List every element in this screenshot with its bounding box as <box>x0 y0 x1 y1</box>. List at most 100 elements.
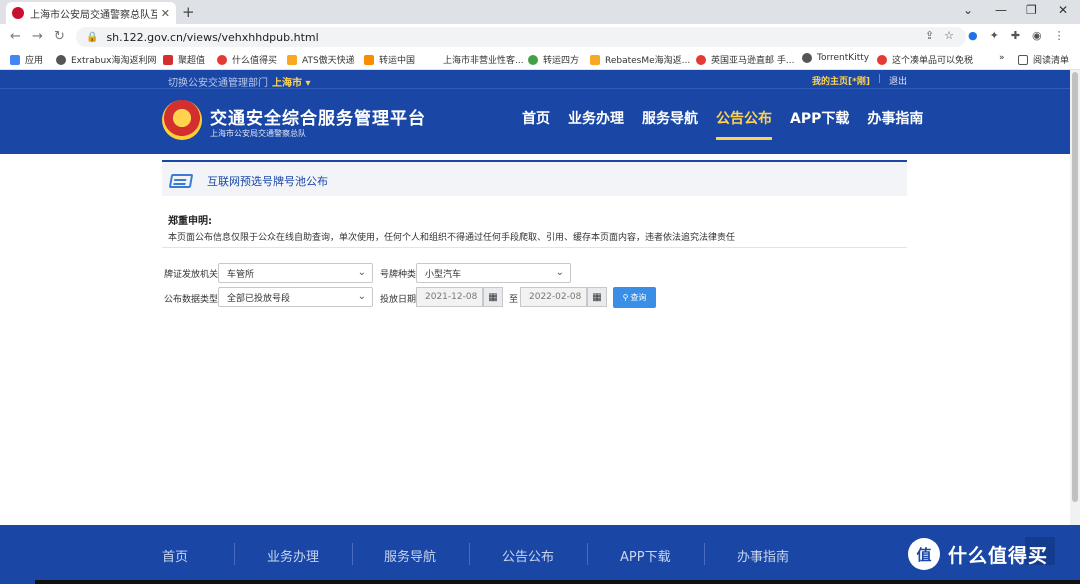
switch-department[interactable]: 切换公安交通管理部门 上海市 ▾ <box>168 74 311 89</box>
footer-link[interactable]: 办事指南 <box>737 546 789 565</box>
bookmark-star-icon[interactable]: ☆ <box>944 29 954 42</box>
extension-icons: ● ✦ ✚ ◉ ⋮ <box>968 29 1065 42</box>
data-type-select[interactable]: 全部已投放号段 ⌄ <box>218 287 373 307</box>
minimize-icon[interactable]: — <box>995 3 1007 17</box>
city-selector[interactable]: 上海市 ▾ <box>272 78 311 89</box>
issuer-select[interactable]: 车管所 ⌄ <box>218 263 373 283</box>
url-text[interactable]: sh.122.gov.cn/views/vehxhhdpub.html <box>106 31 318 44</box>
nav-announcements[interactable]: 公告公布 <box>716 108 772 140</box>
bookmark-item[interactable]: 这个凑单品可以免税 <box>877 53 973 66</box>
footer-link[interactable]: 业务办理 <box>267 546 319 565</box>
puzzle-icon[interactable]: ✚ <box>1011 29 1020 42</box>
police-favicon-icon <box>12 7 24 19</box>
notice-text: 本页面公布信息仅限于公众在线自助查询，单次使用，任何个人和组织不得通过任何手段爬… <box>168 233 736 243</box>
user-links: 我的主页[*刚] | 退出 <box>812 74 907 87</box>
share-icon[interactable]: ⇪ <box>925 29 934 42</box>
restore-icon[interactable]: ❐ <box>1026 3 1037 17</box>
footer-link[interactable]: 公告公布 <box>502 546 554 565</box>
date-to-input[interactable]: 2022-02-08 <box>520 287 587 307</box>
logout-link[interactable]: 退出 <box>889 74 907 87</box>
police-emblem-icon <box>162 100 202 140</box>
reload-icon[interactable]: ↻ <box>54 29 65 44</box>
bookmarks-bar: 应用 Extrabux海淘返利网 聚超值 什么值得买 ATS傲天快递 转运中国 … <box>0 50 1080 70</box>
reading-list-icon <box>1018 54 1028 65</box>
site-icon <box>696 54 706 65</box>
main-nav: 首页 业务办理 服务导航 公告公布 APP下载 办事指南 <box>522 108 923 140</box>
back-icon[interactable]: ← <box>10 29 21 44</box>
divider: | <box>877 74 881 84</box>
nav-service-guide[interactable]: 服务导航 <box>642 108 698 128</box>
globe-icon <box>802 53 812 63</box>
nav-app-download[interactable]: APP下载 <box>790 108 849 128</box>
extension-icon[interactable]: ✦ <box>990 29 999 42</box>
plate-type-label: 号牌种类 <box>380 270 417 280</box>
site-icon <box>287 54 297 65</box>
divider <box>162 247 907 248</box>
date-label: 投放日期 <box>380 295 417 305</box>
watermark-logo: 值 <box>908 538 940 570</box>
site-subtitle: 上海市公安局交通警察总队 <box>210 129 306 138</box>
site-header: 切换公安交通管理部门 上海市 ▾ 我的主页[*刚] | 退出 交通安全综合服务管理… <box>0 70 1080 154</box>
issuer-label: 牌证发放机关 <box>164 270 219 280</box>
site-icon <box>877 54 887 65</box>
data-type-label: 公布数据类型 <box>164 295 219 305</box>
date-from-input[interactable]: 2021-12-08 <box>416 287 483 307</box>
reading-list[interactable]: 阅读清单 <box>1018 53 1069 66</box>
site-title: 交通安全综合服务管理平台 <box>210 109 426 129</box>
divider <box>587 543 588 565</box>
nav-home[interactable]: 首页 <box>522 108 550 128</box>
bookmark-item[interactable]: TorrentKitty <box>802 53 869 63</box>
menu-dots-icon[interactable]: ⋮ <box>1054 29 1065 42</box>
calendar-icon[interactable]: ▦ <box>483 287 503 307</box>
site-icon <box>364 54 374 65</box>
watermark-text: 什么值得买 <box>948 544 1049 567</box>
my-home-link[interactable]: 我的主页[*刚] <box>812 74 870 87</box>
panel-title: 互联网预选号牌号池公布 <box>207 175 328 188</box>
id-card-icon <box>168 174 194 188</box>
footer-link[interactable]: APP下载 <box>620 546 671 565</box>
url-omnibox[interactable]: 🔒 sh.122.gov.cn/views/vehxhhdpub.html ⇪ … <box>76 27 966 47</box>
bookmark-item[interactable]: 转运四方 <box>528 53 579 66</box>
profile-avatar-icon[interactable]: ◉ <box>1032 29 1042 42</box>
divider <box>704 543 705 565</box>
site-icon <box>590 54 600 65</box>
scrollbar-thumb[interactable] <box>1072 72 1078 502</box>
nav-guidelines[interactable]: 办事指南 <box>867 108 923 128</box>
forward-icon[interactable]: → <box>32 29 43 44</box>
notice-title: 郑重申明: <box>168 216 212 227</box>
bookmark-item[interactable]: 聚超值 <box>163 53 205 66</box>
bookmark-item[interactable]: RebatesMe海淘返... <box>590 53 690 66</box>
bookmark-item[interactable]: 应用 <box>10 53 43 66</box>
header-topline: 切换公安交通管理部门 上海市 ▾ 我的主页[*刚] | 退出 <box>0 70 1080 89</box>
bookmark-item[interactable]: Extrabux海淘返利网 <box>56 53 157 66</box>
site-icon <box>528 54 538 65</box>
query-button[interactable]: ⚲ 查询 <box>613 287 656 308</box>
bookmark-item[interactable]: 上海市非营业性客... <box>443 53 524 66</box>
bookmark-item[interactable]: 什么值得买 <box>217 53 277 66</box>
divider <box>234 543 235 565</box>
bookmark-item[interactable]: 转运中国 <box>364 53 415 66</box>
tab-title: 上海市公安局交通警察总队互联网 <box>30 9 157 21</box>
close-tab-icon[interactable]: ✕ <box>161 7 170 20</box>
site-icon <box>217 54 227 65</box>
extension-icon[interactable]: ● <box>968 29 978 42</box>
bookmark-item[interactable]: 英国亚马逊直邮 手... <box>696 53 794 66</box>
globe-icon <box>56 54 66 65</box>
footer-link[interactable]: 首页 <box>162 546 188 565</box>
nav-business[interactable]: 业务办理 <box>568 108 624 128</box>
divider <box>469 543 470 565</box>
browser-tab[interactable]: 上海市公安局交通警察总队互联网 ✕ <box>6 2 176 24</box>
calendar-icon[interactable]: ▦ <box>587 287 607 307</box>
bookmark-item[interactable]: ATS傲天快递 <box>287 53 355 66</box>
footer-link[interactable]: 服务导航 <box>384 546 436 565</box>
search-icon: ⚲ <box>622 293 629 302</box>
divider <box>352 543 353 565</box>
page-scrollbar[interactable] <box>1070 70 1080 525</box>
plate-type-select[interactable]: 小型汽车 ⌄ <box>416 263 571 283</box>
bookmarks-overflow-button[interactable]: » <box>999 53 1005 63</box>
watermark: 值 什么值得买 <box>908 538 1048 570</box>
close-window-icon[interactable]: ✕ <box>1058 3 1068 17</box>
apps-grid-icon <box>10 54 20 65</box>
new-tab-button[interactable]: + <box>182 3 195 21</box>
chevron-down-icon[interactable]: ⌄ <box>963 3 973 17</box>
